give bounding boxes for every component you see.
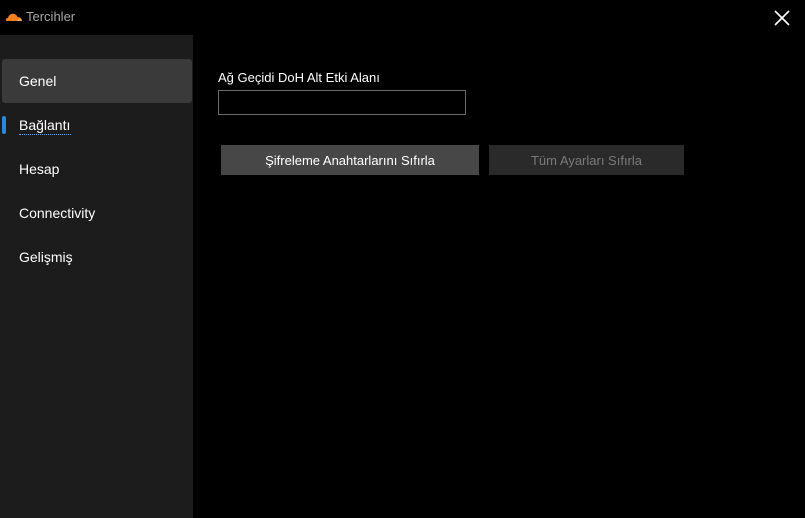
sidebar-item-hesap[interactable]: Hesap <box>2 147 192 191</box>
sidebar-item-connectivity[interactable]: Connectivity <box>2 191 192 235</box>
close-button[interactable] <box>759 0 805 35</box>
reset-all-settings-button[interactable]: Tüm Ayarları Sıfırla <box>489 145 684 175</box>
reset-encryption-keys-button[interactable]: Şifreleme Anahtarlarını Sıfırla <box>221 145 479 175</box>
focus-underline <box>19 134 71 135</box>
sidebar-nav: Genel Bağlantı Hesap Connectivity Gelişm… <box>0 35 193 518</box>
sidebar-item-label: Connectivity <box>19 205 96 221</box>
title-bar: Tercihler <box>0 0 805 35</box>
doh-subdomain-label: Ağ Geçidi DoH Alt Etki Alanı <box>218 70 380 85</box>
close-icon <box>774 9 790 26</box>
window-title: Tercihler <box>26 9 76 24</box>
sidebar-item-genel[interactable]: Genel <box>2 59 192 103</box>
sidebar-item-gelismis[interactable]: Gelişmiş <box>2 235 192 279</box>
sidebar-item-label: Hesap <box>19 161 60 177</box>
cloudflare-cloud-icon <box>5 13 22 21</box>
preferences-window: Tercihler Genel Bağlantı Hesap Connectiv… <box>0 0 805 518</box>
doh-subdomain-input[interactable] <box>218 90 466 115</box>
sidebar-item-label: Bağlantı <box>19 117 71 133</box>
sidebar-item-baglanti[interactable]: Bağlantı <box>2 103 192 147</box>
selection-indicator <box>2 116 6 134</box>
sidebar-item-label: Gelişmiş <box>19 249 73 265</box>
sidebar-item-label: Genel <box>19 73 57 89</box>
